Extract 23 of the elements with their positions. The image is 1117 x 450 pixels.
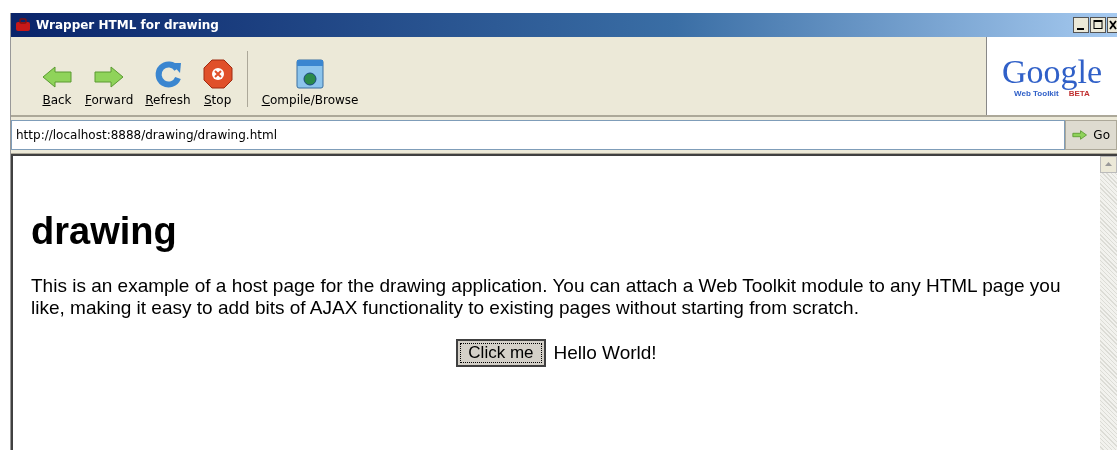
toolbar-button[interactable]: Forward bbox=[79, 37, 140, 115]
toolbar-button[interactable]: Back bbox=[35, 37, 79, 115]
right-arrow-icon bbox=[93, 65, 126, 89]
address-field[interactable]: http://localhost:8888/drawing/drawing.html bbox=[11, 120, 1065, 150]
go-button[interactable]: Go bbox=[1065, 120, 1117, 150]
right-arrow-icon bbox=[1072, 129, 1088, 141]
left-arrow-icon bbox=[41, 65, 73, 89]
page-paragraph: This is an example of a host page for the drawing application. You can attach a Web Toolkit module to any HTML page you like, making it easy to add bits of AJAX functionality to existing pages without starting from scratch. bbox=[31, 275, 1062, 319]
close-icon[interactable] bbox=[1107, 17, 1117, 33]
page-heading: drawing bbox=[31, 210, 178, 253]
toolbar-button[interactable]: Refresh bbox=[139, 37, 197, 115]
window-title: Wrapper HTML for drawing bbox=[36, 18, 219, 32]
maximize-icon[interactable] bbox=[1090, 17, 1106, 33]
hello-message: Hello World! bbox=[553, 342, 657, 364]
browser-window-icon bbox=[296, 59, 325, 89]
toolbar-button[interactable]: Stop bbox=[196, 37, 239, 115]
toolbox-icon bbox=[15, 18, 31, 32]
minimize-icon[interactable] bbox=[1073, 17, 1089, 33]
logo: Google Web Toolkit BETA bbox=[986, 37, 1117, 115]
stop-icon bbox=[202, 59, 233, 89]
toolbar-button[interactable]: Compile/Browse bbox=[255, 37, 365, 115]
click-me-button[interactable]: Click me bbox=[456, 339, 546, 367]
scrollbar[interactable] bbox=[1100, 156, 1117, 450]
